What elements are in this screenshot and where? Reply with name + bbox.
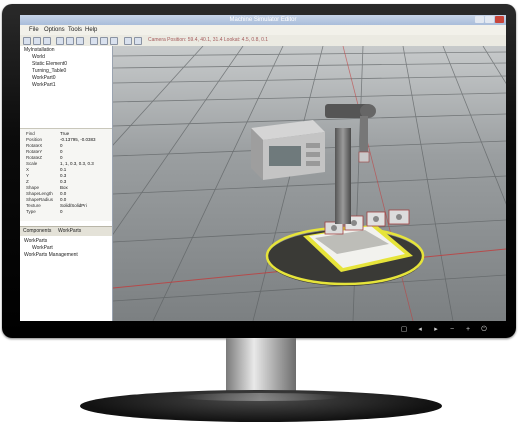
menu-tools[interactable]: Tools bbox=[68, 26, 82, 34]
close-button[interactable] bbox=[495, 16, 504, 23]
monitor-control-buttons: ▢ ◂ ▸ − + ⏻ bbox=[400, 326, 488, 334]
menu-help[interactable]: Help bbox=[85, 26, 97, 34]
chevron-right-icon[interactable]: ▸ bbox=[432, 326, 440, 334]
minimize-button[interactable] bbox=[475, 16, 484, 23]
tab-workparts[interactable]: WorkParts bbox=[58, 228, 81, 235]
tree-item[interactable]: Static Element0 bbox=[32, 61, 67, 67]
property-key: Type bbox=[26, 209, 36, 214]
screen: Machine Simulator Editor File Options To… bbox=[20, 15, 506, 321]
menu-file[interactable]: File bbox=[29, 26, 39, 34]
property-row[interactable]: Type 0 bbox=[20, 208, 112, 215]
paste-icon[interactable] bbox=[76, 37, 84, 45]
tree-item[interactable]: WorkPart1 bbox=[32, 82, 56, 88]
copy-icon[interactable] bbox=[66, 37, 74, 45]
camera-info: Camera Position: 59.4, 40.1, 31.4 Lookat… bbox=[148, 37, 269, 43]
controller-box[interactable] bbox=[251, 120, 325, 180]
monitor-bezel: Machine Simulator Editor File Options To… bbox=[2, 4, 516, 338]
components-list: WorkParts WorkPart WorkParts Management bbox=[20, 236, 112, 321]
menu-bar: File Options Tools Help bbox=[20, 25, 506, 35]
move-tool-icon[interactable] bbox=[90, 37, 98, 45]
grid-icon[interactable] bbox=[134, 37, 142, 45]
maximize-button[interactable] bbox=[485, 16, 494, 23]
window-title: Machine Simulator Editor bbox=[229, 17, 297, 23]
plus-icon[interactable]: + bbox=[464, 326, 472, 334]
left-panel: MyInstallation World Static Element0 Tur… bbox=[20, 46, 113, 321]
open-icon[interactable] bbox=[33, 37, 41, 45]
list-item[interactable]: WorkPart bbox=[32, 245, 53, 251]
scene-tree: MyInstallation World Static Element0 Tur… bbox=[20, 46, 112, 126]
cut-icon[interactable] bbox=[56, 37, 64, 45]
window-titlebar[interactable]: Machine Simulator Editor bbox=[20, 15, 506, 25]
save-icon[interactable] bbox=[43, 37, 51, 45]
tab-components[interactable]: Components bbox=[23, 228, 51, 235]
scale-tool-icon[interactable] bbox=[110, 37, 118, 45]
stand-highlight bbox=[180, 393, 340, 401]
3d-viewport[interactable] bbox=[20, 45, 506, 321]
chevron-left-icon[interactable]: ◂ bbox=[416, 326, 424, 334]
tree-item[interactable]: WorkPart0 bbox=[32, 75, 56, 81]
minus-icon[interactable]: − bbox=[448, 326, 456, 334]
monitor-stand-neck bbox=[226, 338, 296, 398]
property-grid: Find True Position -0.13795, -0.0383 Rotat… bbox=[20, 128, 112, 221]
power-icon[interactable]: ⏻ bbox=[480, 326, 488, 334]
rotate-tool-icon[interactable] bbox=[100, 37, 108, 45]
list-item[interactable]: WorkParts Management bbox=[24, 252, 78, 258]
window-controls bbox=[475, 16, 504, 23]
tree-root[interactable]: MyInstallation bbox=[24, 47, 55, 53]
property-value[interactable]: 0 bbox=[60, 208, 63, 215]
camera-icon[interactable] bbox=[124, 37, 132, 45]
new-icon[interactable] bbox=[23, 37, 31, 45]
menu-icon[interactable]: ▢ bbox=[400, 326, 408, 334]
tree-item[interactable]: World bbox=[32, 54, 45, 60]
list-item[interactable]: WorkParts bbox=[24, 238, 47, 244]
menu-options[interactable]: Options bbox=[44, 26, 65, 34]
tree-item[interactable]: Turning_Table0 bbox=[32, 68, 66, 74]
